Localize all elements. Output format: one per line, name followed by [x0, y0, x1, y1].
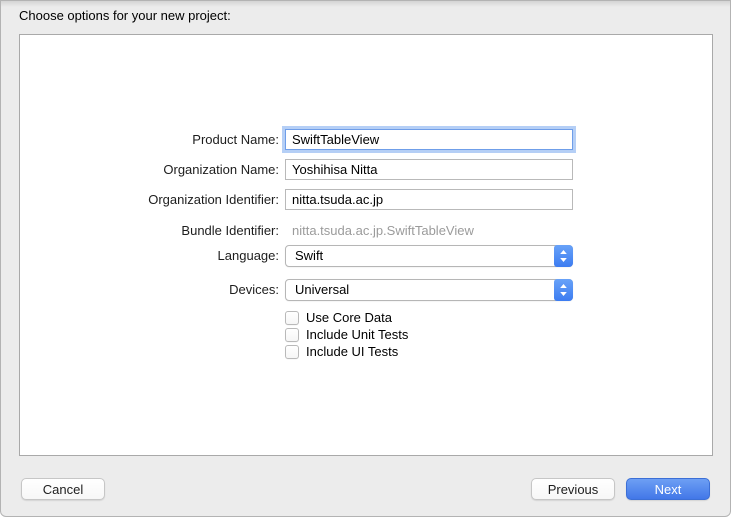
organization-identifier-label: Organization Identifier: [148, 192, 279, 207]
devices-popup-cap[interactable] [554, 279, 573, 301]
chevron-up-down-icon [560, 284, 567, 296]
cancel-button[interactable]: Cancel [21, 478, 105, 500]
organization-name-input[interactable] [285, 159, 573, 180]
product-name-input[interactable] [285, 129, 573, 150]
devices-selected-value: Universal [295, 282, 350, 297]
language-selected-value: Swift [295, 248, 324, 263]
dialog-title: Choose options for your new project: [19, 8, 231, 23]
new-project-options-dialog: Choose options for your new project: Pro… [0, 0, 731, 517]
language-select[interactable]: Swift [285, 245, 573, 267]
window-top-shade [1, 1, 730, 7]
organization-name-label: Organization Name: [163, 162, 279, 177]
bundle-identifier-value: nitta.tsuda.ac.jp.SwiftTableView [292, 223, 474, 238]
include-unit-tests-checkbox[interactable] [285, 328, 299, 342]
product-name-label: Product Name: [192, 132, 279, 147]
include-unit-tests-label: Include Unit Tests [306, 327, 409, 342]
language-popup-cap[interactable] [554, 245, 573, 267]
use-core-data-label: Use Core Data [306, 310, 392, 325]
organization-identifier-input[interactable] [285, 189, 573, 210]
language-label: Language: [217, 248, 279, 263]
include-ui-tests-checkbox[interactable] [285, 345, 299, 359]
bundle-identifier-label: Bundle Identifier: [181, 223, 279, 238]
include-ui-tests-label: Include UI Tests [306, 344, 399, 359]
devices-select[interactable]: Universal [285, 279, 573, 301]
chevron-up-down-icon [560, 250, 567, 262]
devices-label: Devices: [229, 282, 279, 297]
previous-button[interactable]: Previous [531, 478, 615, 500]
use-core-data-checkbox[interactable] [285, 311, 299, 325]
next-button[interactable]: Next [626, 478, 710, 500]
